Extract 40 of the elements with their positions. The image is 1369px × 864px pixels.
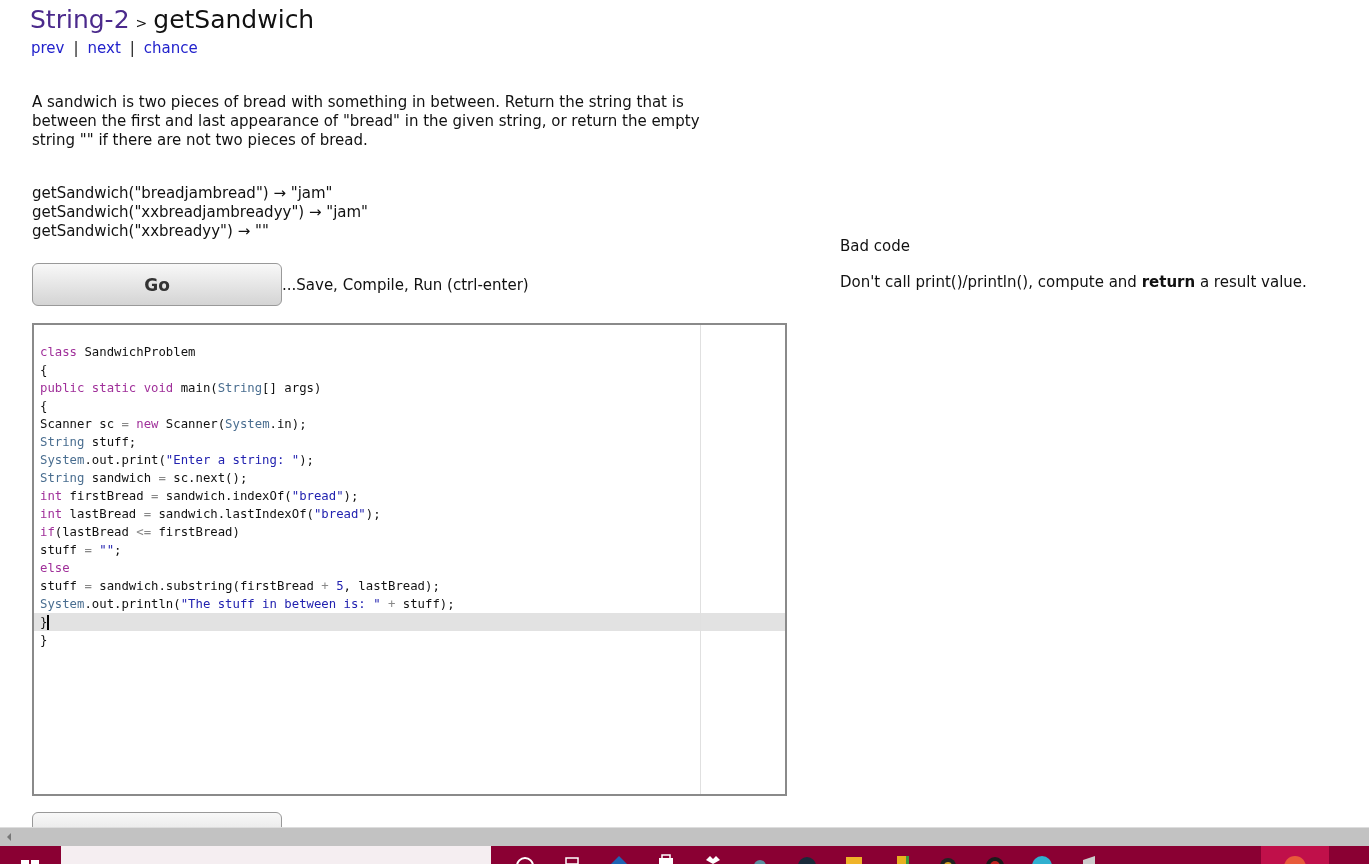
- feedback-title: Bad code: [840, 236, 911, 256]
- code-line: stuff = sandwich.substring(firstBread + 5, lastBread);: [39, 578, 441, 595]
- nav-link[interactable]: prev: [31, 39, 65, 57]
- problem-description: A sandwich is two pieces of bread with something in between. Return the string that is between the first and last appearance of "bread" in the given string, or return the empty string "" if there are not two pieces of bread.: [32, 93, 701, 150]
- code-line: int firstBread = sandwich.indexOf("bread");: [39, 488, 360, 505]
- nav-link[interactable]: next: [87, 39, 121, 57]
- grid-icon[interactable]: [562, 854, 582, 864]
- search-field[interactable]: [61, 846, 491, 864]
- nav-separator: |: [73, 39, 79, 57]
- example-line: getSandwich("xxbreadyy") → "": [32, 222, 270, 241]
- example-line: getSandwich("xxbreadjambreadyy") → "jam": [32, 203, 370, 222]
- nav-separator: |: [129, 39, 135, 57]
- active-taskbar-tile[interactable]: [1261, 846, 1329, 864]
- code-line: String sandwich = sc.next();: [39, 470, 249, 487]
- breadcrumb-separator: >: [135, 14, 148, 33]
- code-line: stuff = "";: [39, 542, 123, 559]
- bag-icon[interactable]: [656, 854, 676, 864]
- section-link[interactable]: String-2: [30, 4, 130, 36]
- horizontal-scrollbar[interactable]: [0, 827, 1369, 846]
- code-line: }: [39, 632, 49, 649]
- code-line: class SandwichProblem: [39, 344, 197, 361]
- code-line: System.out.print("Enter a string: ");: [39, 452, 315, 469]
- code-line: public static void main(String[] args): [39, 380, 323, 397]
- code-line: int lastBread = sandwich.lastIndexOf("bread");: [39, 506, 382, 523]
- example-line: getSandwich("breadjambread") → "jam": [32, 184, 334, 203]
- code-line: {: [39, 398, 49, 415]
- nav-link[interactable]: chance: [143, 39, 198, 57]
- feedback-message: Don't call print()/println(), compute and return a result value.: [840, 272, 1307, 292]
- code-line: Scanner sc = new Scanner(System.in);: [39, 416, 308, 433]
- code-line: else: [39, 560, 71, 577]
- code-editor[interactable]: [32, 323, 787, 796]
- code-line: if(lastBread <= firstBread): [39, 524, 241, 541]
- go-hint: ...Save, Compile, Run (ctrl-enter): [282, 275, 529, 294]
- code-line: String stuff;: [39, 434, 138, 451]
- scroll-left-icon[interactable]: [6, 833, 12, 841]
- code-line: {: [39, 362, 49, 379]
- go-button[interactable]: Go: [32, 263, 282, 306]
- folder-icon[interactable]: [844, 854, 864, 864]
- page-title: getSandwich: [153, 4, 315, 36]
- code-line: System.out.println("The stuff in between is: " + stuff);: [39, 596, 456, 613]
